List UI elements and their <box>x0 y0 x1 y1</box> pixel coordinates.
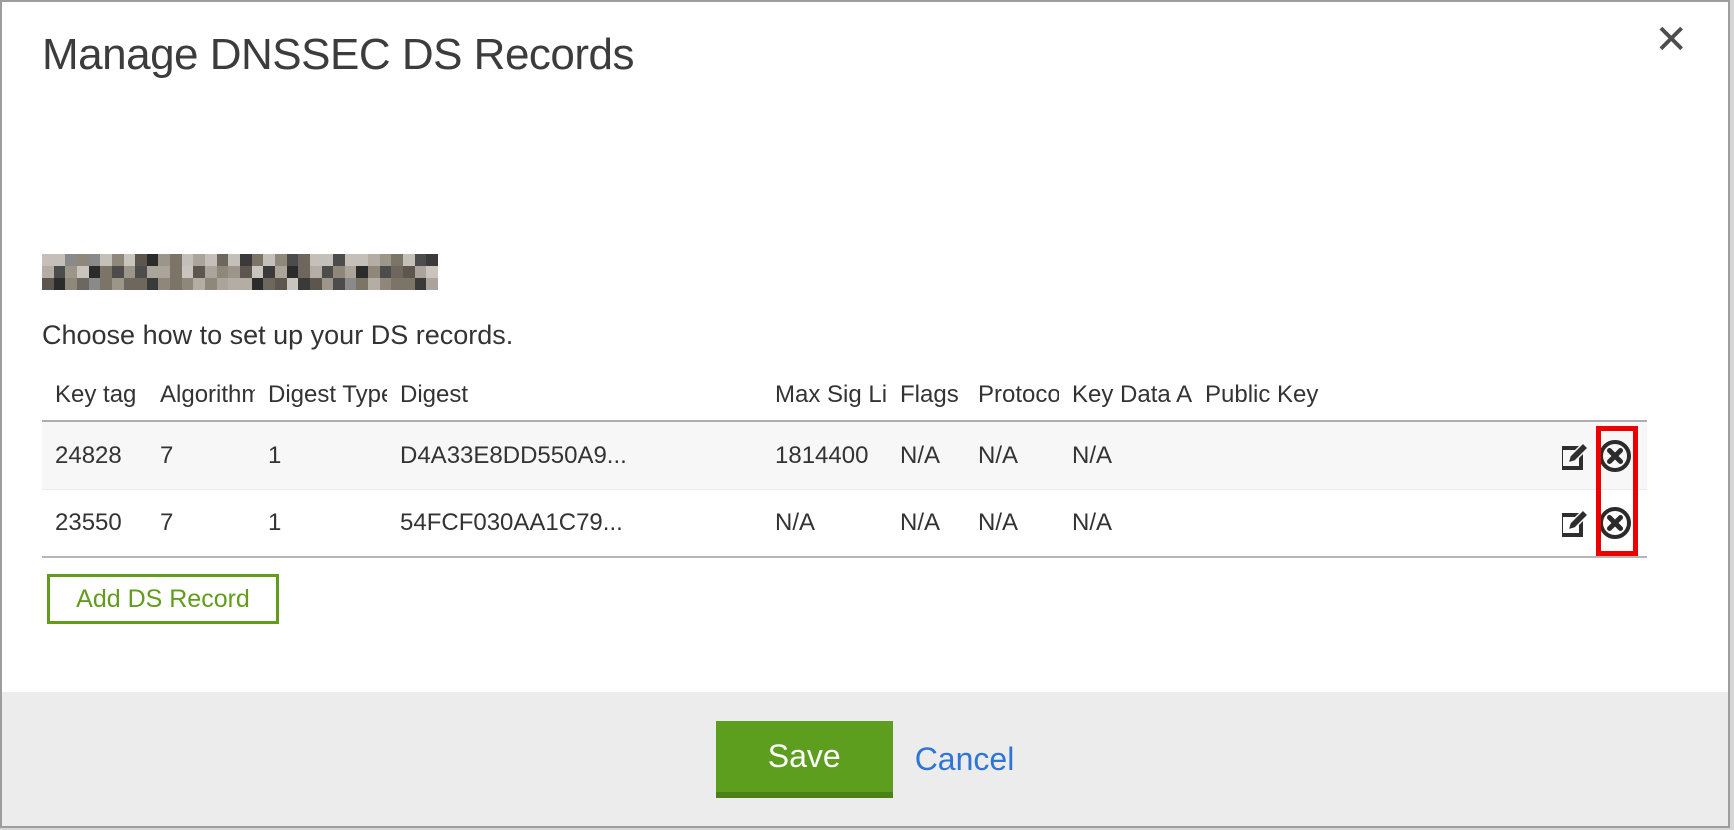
redacted-domain-name <box>42 254 438 290</box>
edit-record-icon[interactable] <box>1562 438 1590 474</box>
row-actions <box>1562 438 1647 474</box>
col-header-key-data-alg: Key Data Alg <box>1059 381 1192 409</box>
cell-key-data-alg: N/A <box>1059 442 1192 470</box>
cell-max-sig-life: N/A <box>762 509 887 537</box>
cell-flags: N/A <box>887 509 965 537</box>
cell-algorithm: 7 <box>147 442 255 470</box>
cell-flags: N/A <box>887 442 965 470</box>
cell-key-tag: 23550 <box>42 509 147 537</box>
cell-protocol: N/A <box>965 442 1059 470</box>
cell-protocol: N/A <box>965 509 1059 537</box>
table-header-row: Key tag Algorithm Digest Type Digest Max… <box>42 370 1647 422</box>
modal-footer: Save Cancel <box>2 692 1728 826</box>
col-header-protocol: Protocol <box>965 381 1059 409</box>
row-actions <box>1562 505 1647 541</box>
col-header-public-key: Public Key <box>1192 381 1562 409</box>
cell-max-sig-life: 1814400 <box>762 442 887 470</box>
col-header-flags: Flags <box>887 381 965 409</box>
manage-dnssec-modal: Manage DNSSEC DS Records ✕ Choose how to… <box>0 0 1730 828</box>
col-header-max-sig-life: Max Sig Life <box>762 381 887 409</box>
cancel-button[interactable]: Cancel <box>915 741 1015 778</box>
edit-record-icon[interactable] <box>1562 505 1590 541</box>
cell-digest: D4A33E8DD550A9... <box>387 442 762 470</box>
cell-key-data-alg: N/A <box>1059 509 1192 537</box>
cell-digest: 54FCF030AA1C79... <box>387 509 762 537</box>
add-ds-record-button[interactable]: Add DS Record <box>47 574 279 624</box>
cell-algorithm: 7 <box>147 509 255 537</box>
col-header-digest: Digest <box>387 381 762 409</box>
close-icon[interactable]: ✕ <box>1654 20 1688 60</box>
table-row: 24828 7 1 D4A33E8DD550A9... 1814400 N/A … <box>42 422 1647 490</box>
col-header-key-tag: Key tag <box>42 381 147 409</box>
delete-record-icon[interactable] <box>1597 505 1633 541</box>
cell-digest-type: 1 <box>255 509 387 537</box>
table-row: 23550 7 1 54FCF030AA1C79... N/A N/A N/A … <box>42 490 1647 558</box>
ds-records-table: Key tag Algorithm Digest Type Digest Max… <box>42 370 1647 558</box>
delete-record-icon[interactable] <box>1597 438 1633 474</box>
screenshot-frame: Manage DNSSEC DS Records ✕ Choose how to… <box>0 0 1734 830</box>
cell-key-tag: 24828 <box>42 442 147 470</box>
col-header-digest-type: Digest Type <box>255 381 387 409</box>
page-title: Manage DNSSEC DS Records <box>42 30 634 80</box>
col-header-algorithm: Algorithm <box>147 381 255 409</box>
cell-digest-type: 1 <box>255 442 387 470</box>
save-button[interactable]: Save <box>716 721 893 798</box>
instructions-text: Choose how to set up your DS records. <box>42 320 513 351</box>
